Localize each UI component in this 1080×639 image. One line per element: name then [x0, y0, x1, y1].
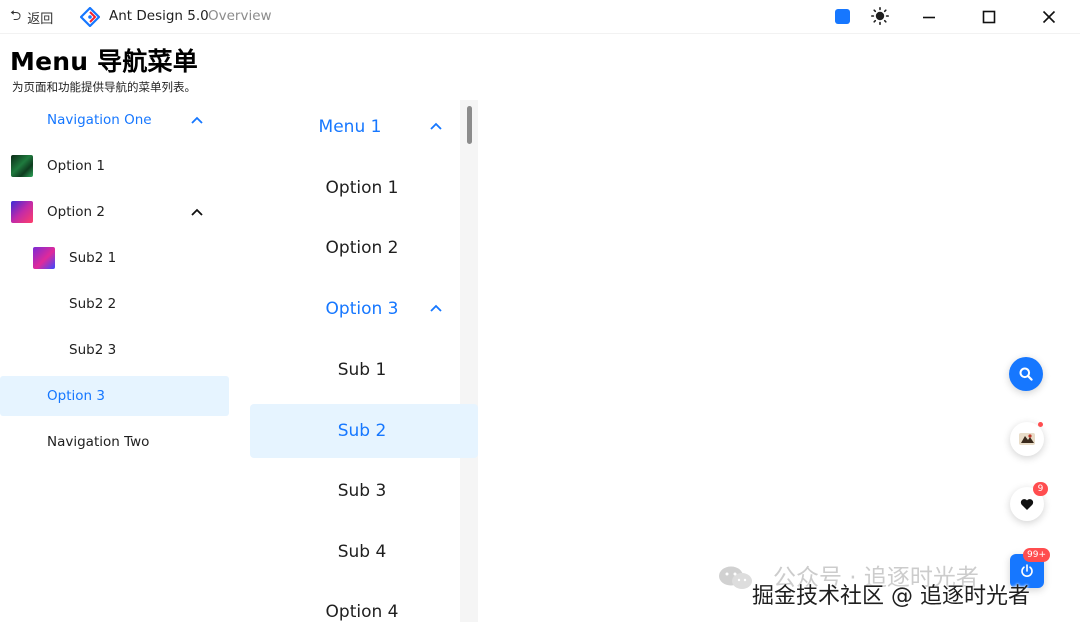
chevron-up-icon [430, 304, 442, 312]
menu-item-label: Option 2 [47, 204, 105, 220]
search-icon [1019, 367, 1033, 381]
app-title: Ant Design 5.0 [109, 8, 209, 24]
chevron-up-icon [430, 122, 442, 130]
mid-menu-option-3[interactable]: Option 3 [250, 282, 460, 336]
back-arrow-icon: ⮌ [10, 8, 22, 24]
left-menu-option-2[interactable]: Option 2 [0, 192, 229, 232]
minimize-button[interactable] [918, 6, 940, 28]
float-avatar-button[interactable] [1010, 422, 1044, 456]
heart-count-badge: 9 [1033, 482, 1048, 496]
menu-item-label: Sub 2 [337, 421, 387, 441]
mid-menu-sub-4[interactable]: Sub 4 [250, 525, 460, 579]
menu-item-label: Option 1 [47, 158, 105, 174]
maximize-button[interactable] [978, 6, 1000, 28]
menu-item-label: Sub2 2 [69, 296, 117, 312]
mid-menu-option-4[interactable]: Option 4 [250, 585, 460, 622]
page-title: Menu 导航菜单 [10, 47, 198, 76]
back-button[interactable]: ⮌ 返回 [10, 7, 53, 27]
theme-color-swatch[interactable] [835, 9, 850, 24]
menu-item-label: Sub2 3 [69, 342, 117, 358]
sun-theme-icon[interactable] [871, 7, 889, 25]
scrollbar-thumb[interactable] [467, 106, 472, 144]
left-menu-sub2-2[interactable]: Sub2 2 [0, 284, 229, 324]
image-thumbnail-icon [11, 155, 33, 177]
menu-item-label: Option 2 [325, 238, 399, 258]
mid-menu-menu-1[interactable]: Menu 1 [250, 100, 460, 154]
power-count-badge: 99+ [1023, 548, 1050, 562]
chevron-up-icon [191, 208, 203, 216]
menu-item-label: Option 1 [325, 178, 399, 198]
menu-item-label: Sub 4 [337, 542, 387, 562]
title-bar: ⮌ 返回 Ant Design 5.0 Overview [0, 0, 1080, 34]
menu-item-label: Navigation Two [47, 434, 150, 450]
notification-dot [1038, 422, 1043, 427]
left-menu-option-3[interactable]: Option 3 [0, 376, 229, 416]
chevron-up-icon [191, 116, 203, 124]
menu-item-label: Sub 3 [337, 481, 387, 501]
mid-menu-sub-1[interactable]: Sub 1 [250, 343, 460, 397]
menu-item-label: Navigation One [47, 112, 152, 128]
mid-menu-sub-3[interactable]: Sub 3 [250, 464, 460, 518]
left-menu-navigation-one[interactable]: Navigation One [0, 100, 229, 140]
mid-menu-option-2[interactable]: Option 2 [250, 221, 460, 275]
float-search-button[interactable] [1009, 357, 1043, 391]
menu-item-label: Sub2 1 [69, 250, 117, 266]
mid-menu-sub-2[interactable]: Sub 2 [250, 404, 478, 458]
left-menu-option-1[interactable]: Option 1 [0, 146, 229, 186]
avatar-icon [1019, 433, 1035, 445]
menu-item-label: Option 4 [325, 602, 399, 622]
power-icon [1021, 564, 1033, 577]
left-menu-sub2-3[interactable]: Sub2 3 [0, 330, 229, 370]
menu-item-label: Option 3 [47, 388, 105, 404]
watermark-line-2: 掘金技术社区 @ 追逐时光者 [752, 584, 1030, 609]
left-menu-sub2-1[interactable]: Sub2 1 [0, 238, 229, 278]
back-label: 返回 [27, 11, 54, 27]
ant-design-logo-icon [80, 7, 100, 27]
left-menu-navigation-two[interactable]: Navigation Two [0, 422, 229, 462]
image-thumbnail-icon [33, 247, 55, 269]
wechat-icon [719, 566, 752, 589]
mid-menu-option-1[interactable]: Option 1 [250, 161, 460, 215]
image-thumbnail-icon [11, 201, 33, 223]
page-description: 为页面和功能提供导航的菜单列表。 [12, 80, 196, 94]
menu-item-label: Sub 1 [337, 360, 387, 380]
app-subtitle: Overview [208, 8, 272, 24]
heart-icon [1020, 498, 1034, 510]
close-button[interactable] [1038, 6, 1060, 28]
